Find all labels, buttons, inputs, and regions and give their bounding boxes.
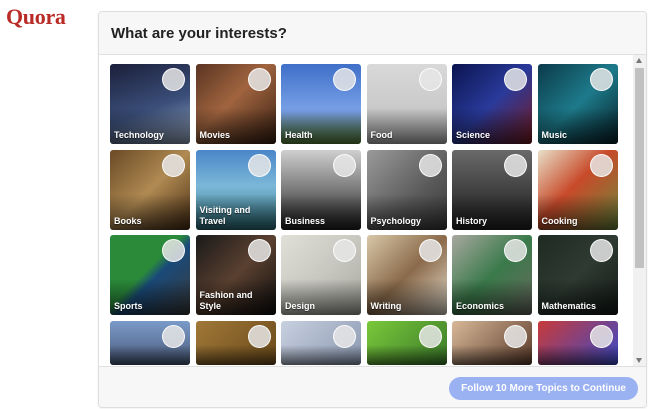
scrollbar-thumb[interactable] <box>635 68 644 268</box>
quora-logo[interactable]: Quora <box>6 4 66 30</box>
select-circle-icon[interactable] <box>418 68 442 91</box>
select-circle-icon[interactable] <box>504 324 527 348</box>
topic-tile[interactable]: Fashion and Style <box>195 235 276 315</box>
topic-tile[interactable]: Design <box>281 235 361 315</box>
select-circle-icon[interactable] <box>162 239 185 262</box>
topic-tile[interactable]: Psychology <box>366 149 447 230</box>
select-circle-icon[interactable] <box>589 153 613 177</box>
select-circle-icon[interactable] <box>162 324 185 348</box>
select-circle-icon[interactable] <box>418 153 442 177</box>
topic-label: Health <box>285 130 313 140</box>
select-circle-icon[interactable] <box>333 68 356 91</box>
topic-label: Science <box>456 130 491 140</box>
topic-label: Food <box>370 130 393 140</box>
select-circle-icon[interactable] <box>333 324 356 348</box>
topic-tile[interactable]: Economics <box>452 235 532 315</box>
topic-label: Business <box>285 215 326 226</box>
topic-tile[interactable]: Mathematics <box>537 235 618 315</box>
tile-shade <box>452 344 532 365</box>
topic-tile[interactable]: History <box>452 149 532 230</box>
modal-title: What are your interests? <box>111 25 287 42</box>
scrollbar[interactable] <box>633 55 646 366</box>
select-circle-icon[interactable] <box>589 324 613 348</box>
select-circle-icon[interactable] <box>504 239 527 262</box>
interests-modal: What are your interests? Technology Movie… <box>98 11 647 408</box>
select-circle-icon[interactable] <box>418 324 442 348</box>
select-circle-icon[interactable] <box>247 239 271 262</box>
continue-button[interactable]: Follow 10 More Topics to Continue <box>449 377 638 400</box>
topic-tile[interactable]: Food <box>366 64 447 144</box>
tile-shade <box>110 344 190 365</box>
select-circle-icon[interactable] <box>418 239 442 262</box>
topic-tile[interactable] <box>195 320 276 365</box>
modal-header: What are your interests? <box>99 12 646 55</box>
select-circle-icon[interactable] <box>247 68 271 91</box>
topic-tile[interactable]: Music <box>537 64 618 144</box>
topic-tile[interactable]: Technology <box>110 64 190 144</box>
topic-tile[interactable]: Health <box>281 64 361 144</box>
tile-shade <box>537 344 618 365</box>
topic-tile[interactable]: Movies <box>195 64 276 144</box>
topic-tile[interactable]: Business <box>281 149 361 230</box>
topic-label: Fashion and Style <box>199 290 253 311</box>
topic-label: Sports <box>114 301 143 311</box>
modal-footer: Follow 10 More Topics to Continue <box>99 366 646 407</box>
topics-grid: Technology Movies Health Food Science Music Bo… <box>110 64 618 366</box>
topic-label: Economics <box>456 301 505 311</box>
scroll-up-icon[interactable] <box>636 58 642 63</box>
tile-shade <box>366 344 447 365</box>
topic-tile[interactable] <box>366 320 447 365</box>
topic-tile[interactable]: Visiting and Travel <box>195 149 276 230</box>
topic-label: Design <box>285 301 316 311</box>
select-circle-icon[interactable] <box>504 68 527 91</box>
topic-label: Cooking <box>541 215 578 226</box>
select-circle-icon[interactable] <box>589 239 613 262</box>
select-circle-icon[interactable] <box>504 153 527 177</box>
tile-shade <box>281 344 361 365</box>
select-circle-icon[interactable] <box>589 68 613 91</box>
select-circle-icon[interactable] <box>333 153 356 177</box>
topic-tile[interactable]: Writing <box>366 235 447 315</box>
select-circle-icon[interactable] <box>333 239 356 262</box>
topic-label: Psychology <box>370 215 422 226</box>
topic-tile[interactable] <box>537 320 618 365</box>
topic-label: History <box>456 215 488 226</box>
topic-tile[interactable]: Sports <box>110 235 190 315</box>
scroll-down-icon[interactable] <box>636 358 642 363</box>
topic-tile[interactable] <box>452 320 532 365</box>
select-circle-icon[interactable] <box>247 153 271 177</box>
topic-label: Music <box>541 130 568 140</box>
topic-label: Movies <box>199 130 231 140</box>
topic-tile[interactable] <box>110 320 190 365</box>
topic-label: Visiting and Travel <box>199 204 251 226</box>
tile-shade <box>195 344 276 365</box>
topic-tile[interactable] <box>281 320 361 365</box>
select-circle-icon[interactable] <box>247 324 271 348</box>
select-circle-icon[interactable] <box>162 68 185 91</box>
topic-label: Writing <box>370 301 402 311</box>
topic-label: Books <box>114 215 142 226</box>
topic-label: Mathematics <box>541 301 597 311</box>
topic-tile[interactable]: Science <box>452 64 532 144</box>
topic-tile[interactable]: Books <box>110 149 190 230</box>
topic-label: Technology <box>114 130 164 140</box>
topic-tile[interactable]: Cooking <box>537 149 618 230</box>
select-circle-icon[interactable] <box>162 153 185 177</box>
topics-scroll-area[interactable]: Technology Movies Health Food Science Music Bo… <box>99 55 646 366</box>
